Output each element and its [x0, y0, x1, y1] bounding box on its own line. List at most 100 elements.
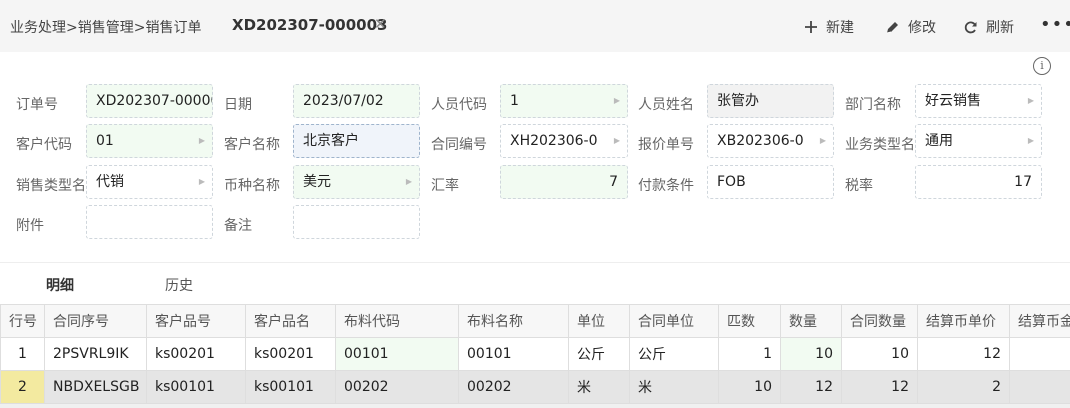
table-cell[interactable]: 10: [718, 370, 781, 404]
sales-type-value: 代销: [96, 174, 124, 190]
staff-code-value: 1: [510, 93, 519, 109]
plus-icon: [805, 21, 817, 33]
tab-history[interactable]: 历史: [165, 275, 193, 295]
quote-no-label: 报价单号: [638, 137, 694, 153]
biz-type-field[interactable]: 通用 ▶: [915, 124, 1042, 158]
column-header[interactable]: 单位: [568, 304, 630, 338]
lookup-arrow-icon: ▶: [613, 96, 620, 105]
table-cell[interactable]: 2PSVRL9IK: [44, 337, 147, 371]
attachment-label: 附件: [16, 218, 44, 234]
cust-code-field[interactable]: 01 ▶: [86, 124, 213, 158]
tax-rate-label: 税率: [845, 178, 873, 194]
dept-name-label: 部门名称: [845, 97, 901, 113]
table-cell[interactable]: 00101: [458, 337, 569, 371]
table-cell[interactable]: 00101: [335, 337, 459, 371]
column-header[interactable]: 结算币单价: [917, 304, 1010, 338]
staff-name-label: 人员姓名: [638, 97, 694, 113]
detail-table: 行号 合同序号 客户品号 客户品名 布料代码 布料名称 单位 合同单位 匹数 数…: [0, 304, 1070, 404]
refresh-button[interactable]: 刷新: [963, 17, 1014, 37]
table-cell[interactable]: ks00101: [245, 370, 336, 404]
column-header[interactable]: 行号: [0, 304, 45, 338]
row-number-cell[interactable]: 1: [0, 337, 45, 371]
more-menu-icon[interactable]: •••: [1040, 14, 1070, 35]
table-cell[interactable]: ks00101: [146, 370, 246, 404]
close-tab-icon[interactable]: ✕: [374, 15, 387, 33]
table-cell[interactable]: 00202: [335, 370, 459, 404]
column-header[interactable]: 合同数量: [841, 304, 918, 338]
table-cell[interactable]: 2: [917, 370, 1010, 404]
contract-no-label: 合同编号: [431, 137, 487, 153]
rate-field[interactable]: 7: [500, 165, 628, 199]
table-cell[interactable]: 公斤: [629, 337, 719, 371]
pay-terms-field[interactable]: FOB: [707, 165, 834, 199]
column-header[interactable]: 匹数: [718, 304, 781, 338]
dept-name-field[interactable]: 好云销售 ▶: [915, 84, 1042, 118]
table-cell[interactable]: 公斤: [568, 337, 630, 371]
info-icon[interactable]: i: [1033, 57, 1051, 75]
date-field[interactable]: 2023/07/02: [293, 84, 420, 118]
edit-button-label: 修改: [908, 20, 936, 36]
table-cell[interactable]: 米: [629, 370, 719, 404]
biz-type-label: 业务类型名: [845, 137, 915, 153]
table-cell[interactable]: 12: [780, 370, 842, 404]
table-cell[interactable]: ks00201: [245, 337, 336, 371]
table-cell[interactable]: 1: [718, 337, 781, 371]
sales-type-field[interactable]: 代销 ▶: [86, 165, 213, 199]
table-cell[interactable]: NBDXELSGB: [44, 370, 147, 404]
tax-rate-field[interactable]: 17: [915, 165, 1042, 199]
pay-terms-value: FOB: [717, 174, 746, 190]
column-header[interactable]: 布料名称: [458, 304, 569, 338]
table-cell[interactable]: 10: [780, 337, 842, 371]
table-cell[interactable]: 00202: [458, 370, 569, 404]
remark-field[interactable]: [293, 205, 420, 239]
lookup-arrow-icon: ▶: [819, 136, 826, 145]
staff-code-field[interactable]: 1 ▶: [500, 84, 628, 118]
attachment-field[interactable]: [86, 205, 213, 239]
table-cell[interactable]: 10: [841, 337, 918, 371]
remark-label: 备注: [224, 218, 252, 234]
row-number-cell[interactable]: 2: [0, 370, 45, 404]
table-cell[interactable]: [1009, 337, 1070, 371]
currency-value: 美元: [303, 174, 331, 190]
edit-button[interactable]: 修改: [885, 17, 936, 37]
breadcrumb[interactable]: 业务处理>销售管理>销售订单: [10, 17, 201, 37]
column-header[interactable]: 合同序号: [44, 304, 147, 338]
lookup-arrow-icon: ▶: [1027, 136, 1034, 145]
order-no-value: XD202307-00000: [96, 93, 213, 109]
biz-type-value: 通用: [925, 133, 953, 149]
column-header[interactable]: 布料代码: [335, 304, 459, 338]
staff-name-field: 张管办: [707, 84, 834, 118]
tax-rate-value: 17: [1014, 174, 1032, 190]
order-no-field[interactable]: XD202307-00000: [86, 84, 213, 118]
cust-name-field[interactable]: 北京客户: [293, 124, 420, 158]
document-tab-title[interactable]: XD202307-000003: [232, 16, 388, 34]
table-cell[interactable]: 12: [841, 370, 918, 404]
refresh-icon: [964, 21, 977, 33]
lookup-arrow-icon: ▶: [613, 136, 620, 145]
column-header[interactable]: 客户品号: [146, 304, 246, 338]
table-cell[interactable]: [1009, 370, 1070, 404]
column-header[interactable]: 结算币金: [1009, 304, 1070, 338]
table-cell[interactable]: ks00201: [146, 337, 246, 371]
currency-field[interactable]: 美元 ▶: [293, 165, 420, 199]
column-header[interactable]: 合同单位: [629, 304, 719, 338]
cust-code-value: 01: [96, 133, 114, 149]
top-bar: 业务处理>销售管理>销售订单 XD202307-000003 ✕ 新建 修改 刷…: [0, 0, 1070, 52]
column-header[interactable]: 数量: [780, 304, 842, 338]
staff-code-label: 人员代码: [431, 97, 487, 113]
column-header[interactable]: 客户品名: [245, 304, 336, 338]
detail-tabs: 明细 历史: [0, 262, 1070, 305]
contract-no-field[interactable]: XH202306-0 ▶: [500, 124, 628, 158]
table-cell[interactable]: 米: [568, 370, 630, 404]
order-no-label: 订单号: [16, 97, 58, 113]
new-button[interactable]: 新建: [804, 17, 854, 37]
cust-name-value: 北京客户: [303, 133, 359, 149]
currency-label: 币种名称: [224, 178, 280, 194]
table-row[interactable]: 1 2PSVRL9IK ks00201 ks00201 00101 00101 …: [0, 337, 1070, 371]
quote-no-field[interactable]: XB202306-0 ▶: [707, 124, 834, 158]
tab-detail[interactable]: 明细: [46, 275, 74, 295]
table-cell[interactable]: 12: [917, 337, 1010, 371]
contract-no-value: XH202306-0: [510, 133, 598, 149]
cust-name-label: 客户名称: [224, 137, 280, 153]
table-row-selected[interactable]: 2 NBDXELSGB ks00101 ks00101 00202 00202 …: [0, 370, 1070, 404]
